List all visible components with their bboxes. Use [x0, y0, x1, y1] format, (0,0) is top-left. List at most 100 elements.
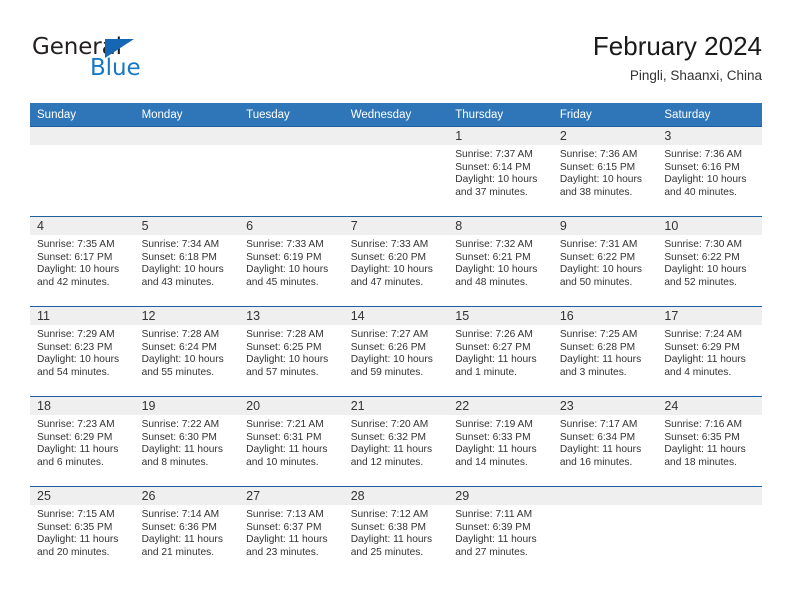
sunrise-text: Sunrise: 7:34 AM — [141, 239, 220, 250]
day-details: Sunrise: 7:27 AM Sunset: 6:26 PM Daylight:… — [344, 325, 449, 379]
sunset-text: Sunset: 6:34 PM — [559, 431, 636, 443]
daylight-text: and 54 minutes. — [37, 366, 110, 378]
calendar-day-cell[interactable]: 19 Sunrise: 7:22 AM Sunset: 6:30 PM Dayligh… — [134, 396, 240, 487]
sunrise-text: Sunrise: 7:15 AM — [37, 509, 115, 520]
daylight-text: Daylight: 11 hours — [455, 444, 537, 456]
day-details: Sunrise: 7:25 AM Sunset: 6:28 PM Daylight:… — [553, 325, 658, 379]
calendar-day-cell[interactable]: 2 Sunrise: 7:36 AM Sunset: 6:15 PM Daylight… — [552, 126, 658, 217]
calendar-day-cell[interactable]: 9 Sunrise: 7:31 AM Sunset: 6:22 PM Daylight… — [552, 216, 658, 307]
day-number: 21 — [343, 397, 449, 415]
sunset-text: Sunset: 6:30 PM — [141, 431, 217, 443]
day-number — [30, 127, 135, 145]
calendar-day-cell[interactable]: 23 Sunrise: 7:17 AM Sunset: 6:34 PM Dayligh… — [552, 396, 658, 487]
calendar-day-cell[interactable]: 8 Sunrise: 7:32 AM Sunset: 6:21 PM Daylight… — [448, 216, 553, 307]
calendar-day-cell[interactable]: 13 Sunrise: 7:28 AM Sunset: 6:25 PM Dayligh… — [239, 306, 344, 397]
calendar-day-cell[interactable]: 11 Sunrise: 7:29 AM Sunset: 6:23 PM Dayligh… — [30, 306, 135, 397]
calendar-day-cell[interactable]: 1 Sunrise: 7:37 AM Sunset: 6:14 PM Daylight… — [448, 126, 553, 217]
calendar-day-cell[interactable]: 4 Sunrise: 7:35 AM Sunset: 6:17 PM Daylight… — [30, 216, 135, 307]
calendar-day-cell[interactable]: 25 Sunrise: 7:15 AM Sunset: 6:35 PM Dayligh… — [30, 486, 135, 576]
sunset-text: Sunset: 6:27 PM — [455, 341, 531, 353]
daylight-text: and 38 minutes. — [559, 186, 633, 198]
daylight-text: and 21 minutes. — [141, 546, 215, 558]
calendar-day-cell[interactable]: 27 Sunrise: 7:13 AM Sunset: 6:37 PM Dayligh… — [239, 486, 344, 576]
sunrise-text: Sunrise: 7:33 AM — [246, 239, 324, 250]
day-details: Sunrise: 7:22 AM Sunset: 6:30 PM Daylight:… — [135, 415, 240, 469]
general-blue-logo: General Blue — [30, 34, 250, 90]
daylight-text: Daylight: 11 hours — [455, 534, 537, 546]
daylight-text: and 42 minutes. — [37, 276, 110, 288]
calendar-day-cell[interactable]: 26 Sunrise: 7:14 AM Sunset: 6:36 PM Dayligh… — [134, 486, 240, 576]
calendar-body: 1 Sunrise: 7:37 AM Sunset: 6:14 PM Daylight… — [30, 126, 762, 576]
day-details: Sunrise: 7:21 AM Sunset: 6:31 PM Daylight:… — [239, 415, 344, 469]
sunrise-text: Sunrise: 7:16 AM — [664, 419, 742, 430]
sunrise-text: Sunrise: 7:12 AM — [350, 509, 429, 520]
calendar-day-cell[interactable]: 21 Sunrise: 7:20 AM Sunset: 6:32 PM Dayligh… — [343, 396, 449, 487]
sunrise-text: Sunrise: 7:28 AM — [141, 329, 220, 340]
day-details — [657, 505, 762, 509]
daylight-text: and 23 minutes. — [246, 546, 319, 558]
day-details: Sunrise: 7:11 AM Sunset: 6:39 PM Daylight:… — [448, 505, 553, 559]
daylight-text: Daylight: 11 hours — [141, 534, 223, 546]
daylight-text: Daylight: 11 hours — [246, 534, 328, 546]
calendar-day-cell-empty — [343, 126, 449, 217]
calendar-day-cell[interactable]: 10 Sunrise: 7:30 AM Sunset: 6:22 PM Dayligh… — [657, 216, 762, 307]
calendar-day-cell[interactable]: 7 Sunrise: 7:33 AM Sunset: 6:20 PM Daylight… — [343, 216, 449, 307]
day-details: Sunrise: 7:33 AM Sunset: 6:20 PM Daylight:… — [344, 235, 449, 289]
calendar-day-cell[interactable]: 29 Sunrise: 7:11 AM Sunset: 6:39 PM Dayligh… — [448, 486, 553, 576]
daylight-text: Daylight: 10 hours — [455, 174, 538, 186]
weekday-header-saturday: Saturday — [657, 103, 762, 127]
day-number: 1 — [448, 127, 553, 145]
day-details: Sunrise: 7:15 AM Sunset: 6:35 PM Daylight:… — [30, 505, 135, 559]
calendar-day-cell[interactable]: 16 Sunrise: 7:25 AM Sunset: 6:28 PM Dayligh… — [552, 306, 658, 397]
sunrise-text: Sunrise: 7:35 AM — [37, 239, 115, 250]
daylight-text: and 45 minutes. — [246, 276, 319, 288]
calendar-day-cell[interactable]: 17 Sunrise: 7:24 AM Sunset: 6:29 PM Dayligh… — [657, 306, 762, 397]
sunrise-text: Sunrise: 7:37 AM — [455, 149, 533, 160]
logo-text-blue: Blue — [90, 55, 141, 81]
day-details: Sunrise: 7:32 AM Sunset: 6:21 PM Daylight:… — [448, 235, 553, 289]
daylight-text: Daylight: 10 hours — [37, 264, 120, 276]
sunrise-text: Sunrise: 7:20 AM — [350, 419, 429, 430]
day-number: 15 — [448, 307, 553, 325]
day-details: Sunrise: 7:28 AM Sunset: 6:25 PM Daylight:… — [239, 325, 344, 379]
calendar-day-cell[interactable]: 6 Sunrise: 7:33 AM Sunset: 6:19 PM Daylight… — [239, 216, 344, 307]
calendar-day-cell[interactable]: 12 Sunrise: 7:28 AM Sunset: 6:24 PM Dayligh… — [134, 306, 240, 397]
daylight-text: Daylight: 11 hours — [455, 354, 537, 366]
day-number: 8 — [448, 217, 553, 235]
sunrise-text: Sunrise: 7:28 AM — [246, 329, 324, 340]
calendar-day-cell[interactable]: 18 Sunrise: 7:23 AM Sunset: 6:29 PM Dayligh… — [30, 396, 135, 487]
day-details: Sunrise: 7:28 AM Sunset: 6:24 PM Daylight:… — [135, 325, 240, 379]
calendar-day-cell[interactable]: 22 Sunrise: 7:19 AM Sunset: 6:33 PM Dayligh… — [448, 396, 553, 487]
calendar-day-cell[interactable]: 28 Sunrise: 7:12 AM Sunset: 6:38 PM Dayligh… — [343, 486, 449, 576]
daylight-text: and 16 minutes. — [559, 456, 633, 468]
day-details: Sunrise: 7:29 AM Sunset: 6:23 PM Daylight:… — [30, 325, 135, 379]
weekday-header-friday: Friday — [552, 103, 658, 127]
calendar-day-cell[interactable]: 5 Sunrise: 7:34 AM Sunset: 6:18 PM Daylight… — [134, 216, 240, 307]
daylight-text: Daylight: 10 hours — [246, 264, 329, 276]
daylight-text: Daylight: 11 hours — [559, 444, 642, 456]
sunset-text: Sunset: 6:15 PM — [559, 161, 636, 173]
daylight-text: and 50 minutes. — [559, 276, 633, 288]
daylight-text: and 6 minutes. — [37, 456, 104, 468]
daylight-text: Daylight: 10 hours — [37, 354, 120, 366]
calendar-day-cell[interactable]: 20 Sunrise: 7:21 AM Sunset: 6:31 PM Dayligh… — [239, 396, 344, 487]
calendar-day-cell[interactable]: 14 Sunrise: 7:27 AM Sunset: 6:26 PM Dayligh… — [343, 306, 449, 397]
sunrise-text: Sunrise: 7:30 AM — [664, 239, 742, 250]
day-number: 2 — [552, 127, 658, 145]
sunset-text: Sunset: 6:33 PM — [455, 431, 531, 443]
sunrise-text: Sunrise: 7:21 AM — [246, 419, 324, 430]
day-number — [657, 487, 762, 505]
calendar-day-cell[interactable]: 15 Sunrise: 7:26 AM Sunset: 6:27 PM Dayligh… — [448, 306, 553, 397]
calendar-day-cell[interactable]: 24 Sunrise: 7:16 AM Sunset: 6:35 PM Dayligh… — [657, 396, 762, 487]
calendar-header-row: Sunday Monday Tuesday Wednesday Thursday Frid… — [30, 103, 762, 127]
sunset-text: Sunset: 6:19 PM — [246, 251, 322, 263]
sunset-text: Sunset: 6:35 PM — [37, 521, 113, 533]
day-details: Sunrise: 7:30 AM Sunset: 6:22 PM Daylight:… — [657, 235, 762, 289]
day-details: Sunrise: 7:12 AM Sunset: 6:38 PM Daylight:… — [344, 505, 449, 559]
sunset-text: Sunset: 6:16 PM — [664, 161, 740, 173]
day-number — [239, 127, 344, 145]
calendar-week-row: 11 Sunrise: 7:29 AM Sunset: 6:23 PM Dayligh… — [30, 306, 762, 397]
daylight-text: Daylight: 10 hours — [664, 264, 747, 276]
sunset-text: Sunset: 6:26 PM — [350, 341, 427, 353]
calendar-day-cell[interactable]: 3 Sunrise: 7:36 AM Sunset: 6:16 PM Daylight… — [657, 126, 762, 217]
